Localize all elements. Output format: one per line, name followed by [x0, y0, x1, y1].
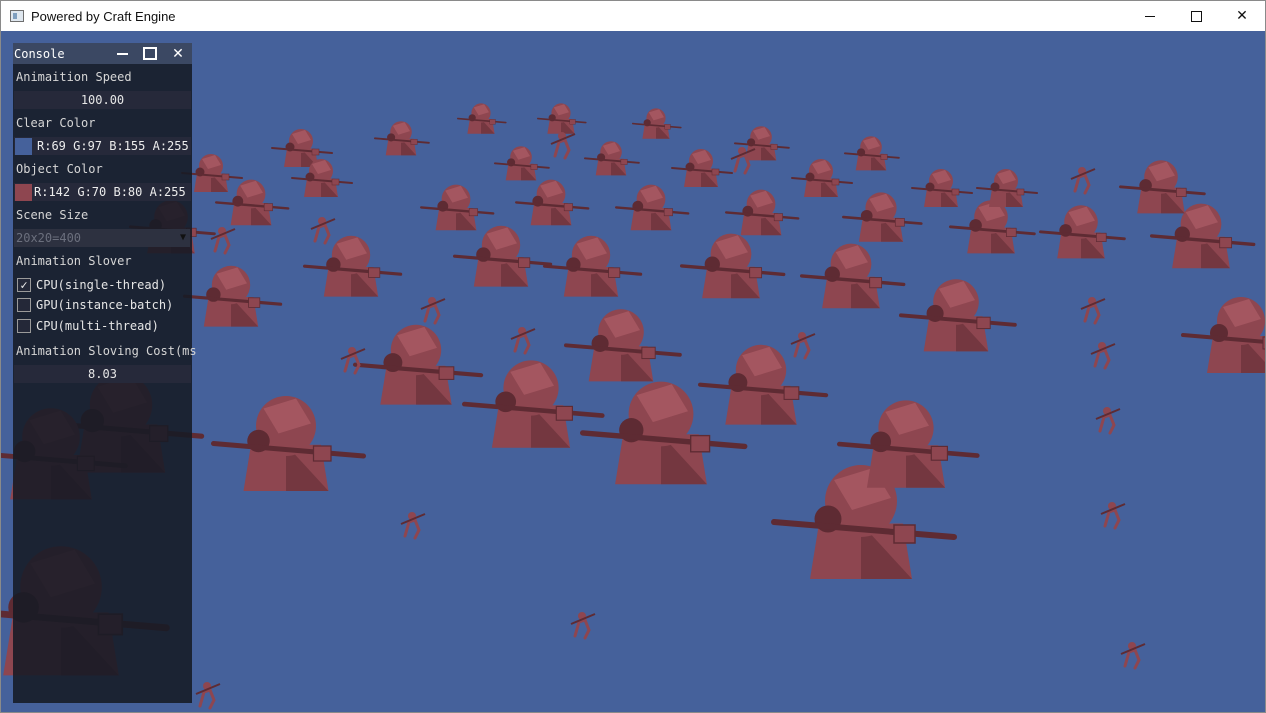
object-color-value: R:142 G:70 B:80 A:255	[34, 185, 186, 199]
figure-model	[949, 200, 1036, 254]
figure-model	[542, 235, 643, 297]
figure-model	[514, 179, 590, 226]
figure-model	[1181, 297, 1265, 373]
small-figure-model	[1120, 642, 1146, 670]
figure-model	[671, 149, 733, 187]
figure-model	[536, 103, 587, 134]
animation-speed-label: Animaition Speed	[16, 70, 132, 84]
checkbox-gpu-instance[interactable]	[17, 298, 31, 312]
small-figure-model	[1070, 167, 1096, 195]
solver-option-cpu-multi[interactable]: CPU(multi-thread)	[17, 318, 159, 334]
small-figure-model	[570, 612, 596, 640]
small-figure-model	[420, 297, 446, 325]
figure-model	[724, 189, 800, 236]
solver-option-gpu-instance[interactable]: GPU(instance-batch)	[17, 297, 173, 313]
figure-model	[841, 192, 923, 242]
solver-option-label: CPU(single-thread)	[36, 278, 167, 292]
minimize-window-button[interactable]	[1127, 1, 1173, 31]
figure-model	[373, 121, 430, 156]
console-controls: ✕	[114, 43, 186, 64]
figure-model	[898, 279, 1017, 352]
checkbox-cpu-multi[interactable]	[17, 319, 31, 333]
console-panel[interactable]: Console ✕ Animaition Speed 100.00 Clear …	[13, 43, 197, 703]
figure-model	[631, 108, 682, 139]
checkbox-cpu-single[interactable]: ✓	[17, 278, 31, 292]
small-figure-model	[510, 327, 536, 355]
small-figure-model	[550, 132, 576, 160]
scene-size-value: 20x20=400	[16, 231, 82, 245]
render-viewport[interactable]: Console ✕ Animaition Speed 100.00 Clear …	[1, 31, 1265, 712]
solving-cost-label: Animation Sloving Cost(ms	[16, 344, 197, 358]
clear-color-value: R:69 G:97 B:155 A:255	[37, 139, 189, 153]
figure-model	[493, 146, 550, 181]
figure-model	[211, 396, 366, 491]
solver-option-label: GPU(instance-batch)	[36, 298, 174, 312]
figure-model	[353, 324, 484, 405]
figure-model	[843, 136, 900, 171]
console-close-button[interactable]: ✕	[170, 46, 186, 62]
small-figure-model	[195, 682, 221, 710]
scene-size-label: Scene Size	[16, 208, 89, 222]
small-figure-model	[1095, 407, 1121, 435]
title-bar[interactable]: Powered by Craft Engine ✕	[1, 1, 1265, 31]
small-figure-model	[1100, 502, 1126, 530]
figure-model	[302, 235, 403, 297]
figure-model	[911, 169, 973, 207]
maximize-window-button[interactable]	[1173, 1, 1219, 31]
close-window-button[interactable]: ✕	[1219, 1, 1265, 31]
console-header[interactable]: Console ✕	[13, 43, 192, 64]
small-figure-model	[1090, 342, 1116, 370]
object-color-label: Object Color	[16, 162, 103, 176]
small-figure-model	[400, 512, 426, 540]
chevron-down-icon: ▼	[179, 232, 186, 243]
small-figure-model	[1080, 297, 1106, 325]
window-title: Powered by Craft Engine	[31, 8, 176, 24]
small-figure-model	[340, 347, 366, 375]
figure-model	[799, 243, 906, 309]
figure-model	[452, 225, 553, 287]
figure-model	[791, 159, 853, 197]
small-figure-model	[310, 217, 336, 245]
figure-model	[456, 103, 507, 134]
console-maximize-button[interactable]	[142, 46, 158, 62]
figure-model	[583, 141, 640, 176]
clear-color-label: Clear Color	[16, 116, 96, 130]
console-minimize-button[interactable]	[114, 46, 130, 62]
solver-option-cpu-single[interactable]: ✓ CPU(single-thread)	[17, 277, 166, 293]
solving-cost-value: 8.03	[14, 365, 191, 383]
small-figure-model	[210, 227, 236, 255]
figure-model	[579, 381, 748, 485]
figure-model	[679, 233, 786, 299]
small-figure-model	[790, 332, 816, 360]
figure-model	[1119, 160, 1206, 214]
app-window: Powered by Craft Engine ✕ Console ✕ Anim…	[0, 0, 1266, 713]
window-controls: ✕	[1127, 1, 1265, 31]
solver-option-label: CPU(multi-thread)	[36, 319, 159, 333]
clear-color-field[interactable]: R:69 G:97 B:155 A:255	[14, 137, 191, 155]
console-title: Console	[14, 46, 65, 61]
clear-color-swatch[interactable]	[15, 138, 32, 155]
scene-size-select[interactable]: 20x20=400 ▼	[14, 229, 190, 247]
figure-model	[182, 265, 283, 327]
animation-speed-input[interactable]: 100.00	[14, 91, 191, 109]
animation-solver-label: Animation Slover	[16, 254, 132, 268]
app-icon	[10, 10, 24, 22]
figure-model	[1039, 205, 1126, 259]
object-color-field[interactable]: R:142 G:70 B:80 A:255	[14, 183, 191, 201]
figure-model	[563, 309, 682, 382]
object-color-swatch[interactable]	[15, 184, 32, 201]
figure-model	[614, 184, 690, 231]
figure-model	[419, 184, 495, 231]
